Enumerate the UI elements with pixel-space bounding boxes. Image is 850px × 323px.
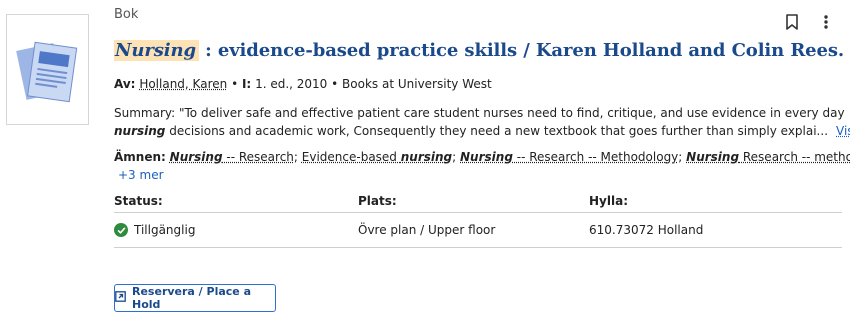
edition-value: 1. ed., 2010 xyxy=(255,77,328,91)
summary-line1: "To deliver safe and effective patient c… xyxy=(179,106,845,120)
show-more-link[interactable]: Visa mer xyxy=(836,124,850,138)
summary: Summary: "To deliver safe and effective … xyxy=(114,104,850,140)
record-title[interactable]: Nursing : evidence-based practice skills… xyxy=(114,40,844,61)
title-text: : evidence-based practice skills / Karen… xyxy=(198,40,845,61)
subject-link[interactable]: Nursing Research -- methods xyxy=(686,150,850,164)
external-link-icon xyxy=(115,291,126,305)
location-value: Books at University West xyxy=(342,77,492,91)
subjects-label: Ämnen: xyxy=(114,150,166,164)
subjects: Ämnen: Nursing -- Research; Evidence-bas… xyxy=(114,148,850,184)
location-value: Övre plan / Upper floor xyxy=(358,223,496,237)
edition-label: I: xyxy=(241,77,252,91)
check-circle-icon xyxy=(114,223,128,237)
bookmark-icon[interactable] xyxy=(782,12,802,32)
location-header: Plats: xyxy=(358,194,397,208)
more-vertical-icon[interactable] xyxy=(816,12,836,32)
record-meta: Av: Holland, Karen • I: 1. ed., 2010 • B… xyxy=(114,77,492,91)
document-icon xyxy=(16,41,78,103)
status-value: Tillgänglig xyxy=(134,223,196,237)
summary-highlight: nursing xyxy=(114,124,166,138)
holdings-header: Status: Plats: Hylla: xyxy=(114,192,842,213)
summary-line2: decisions and academic work, Consequentl… xyxy=(165,124,829,138)
place-hold-label: Reservera / Place a Hold xyxy=(132,285,252,311)
summary-label: Summary: xyxy=(114,106,176,120)
shelf-header: Hylla: xyxy=(589,194,628,208)
more-subjects-link[interactable]: +3 mer xyxy=(118,168,164,182)
subject-link[interactable]: Nursing -- Research xyxy=(170,150,294,164)
table-row: Tillgänglig Övre plan / Upper floor 610.… xyxy=(114,213,842,248)
status-header: Status: xyxy=(114,194,163,208)
subject-link[interactable]: Evidence-based nursing xyxy=(302,150,452,164)
subject-link[interactable]: Nursing -- Research -- Methodology xyxy=(460,150,678,164)
format-label: Bok xyxy=(114,7,139,22)
title-highlight: Nursing xyxy=(114,40,199,61)
shelf-value: 610.73072 Holland xyxy=(589,223,704,237)
author-label: Av: xyxy=(114,77,136,91)
record-actions xyxy=(782,12,836,32)
author-link[interactable]: Holland, Karen xyxy=(139,77,227,91)
holdings-table: Status: Plats: Hylla: Tillgänglig Övre p… xyxy=(114,192,842,248)
place-hold-button[interactable]: Reservera / Place a Hold xyxy=(114,284,276,312)
cover-thumbnail[interactable] xyxy=(6,14,89,125)
